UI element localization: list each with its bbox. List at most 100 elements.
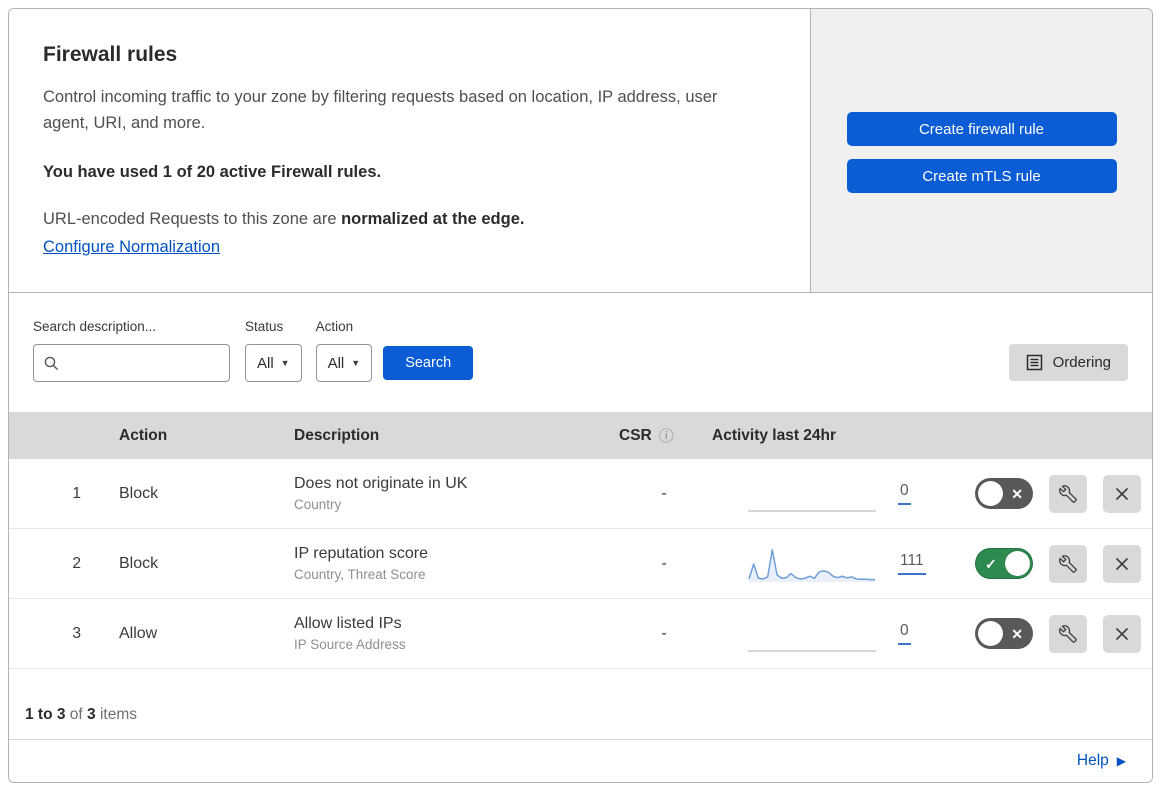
help-link[interactable]: Help ▶ <box>1077 752 1126 770</box>
activity-sparkline <box>748 509 876 512</box>
activity-sparkline <box>748 649 876 652</box>
x-icon: ✕ <box>1011 485 1023 502</box>
search-box <box>33 344 230 382</box>
close-icon <box>1115 627 1129 640</box>
status-label: Status <box>245 319 284 334</box>
actions-panel: Create firewall rule Create mTLS rule <box>811 9 1152 292</box>
rule-description-cell: Does not originate in UK Country <box>274 475 599 512</box>
help-row: Help ▶ <box>9 740 1152 782</box>
action-filter-group: Action All ▼ <box>315 319 373 382</box>
search-button-group: Search <box>383 319 474 380</box>
info-icon[interactable]: ⓘ <box>659 428 674 445</box>
chevron-down-icon: ▼ <box>280 358 290 368</box>
search-button[interactable]: Search <box>383 346 474 380</box>
x-icon: ✕ <box>1011 625 1023 642</box>
rule-action: Block <box>119 484 159 502</box>
rule-controls: ✓ ✕ <box>952 614 1152 653</box>
activity-count-link[interactable]: 0 <box>898 622 911 645</box>
rule-activity-cell: 0 <box>709 474 952 514</box>
rule-activity-cell: 111 <box>709 544 952 584</box>
filter-bar: Search description... Status All ▼ Actio… <box>9 293 1152 412</box>
ordering-list-icon <box>1026 354 1042 371</box>
search-icon <box>44 356 59 370</box>
close-icon <box>1115 487 1129 500</box>
configure-normalization-link[interactable]: Configure Normalization <box>43 238 220 256</box>
top-section: Firewall rules Control incoming traffic … <box>9 9 1152 293</box>
page-description: Control incoming traffic to your zone by… <box>43 88 718 132</box>
usage-summary: You have used 1 of 20 active Firewall ru… <box>43 163 382 181</box>
toggle-knob <box>978 481 1003 506</box>
rule-description-cell: Allow listed IPs IP Source Address <box>274 615 599 652</box>
table-row: 3 Allow Allow listed IPs IP Source Addre… <box>9 599 1152 669</box>
chevron-down-icon: ▼ <box>351 358 361 368</box>
edit-rule-button[interactable] <box>1049 474 1087 513</box>
close-icon <box>1115 557 1129 570</box>
activity-count-link[interactable]: 0 <box>898 482 911 505</box>
action-label: Action <box>315 319 354 334</box>
rule-csr-value: - <box>661 484 667 502</box>
create-firewall-rule-button[interactable]: Create firewall rule <box>846 112 1117 146</box>
status-dropdown[interactable]: All ▼ <box>245 344 302 382</box>
rule-description: Allow listed IPs <box>294 615 402 632</box>
create-mtls-rule-button[interactable]: Create mTLS rule <box>846 159 1117 193</box>
items-count: 1 to 3 of 3 items <box>9 669 1152 740</box>
rule-number: 3 <box>72 624 81 642</box>
status-dropdown-value: All <box>257 354 274 372</box>
status-filter-group: Status All ▼ <box>245 319 302 382</box>
activity-count-link[interactable]: 111 <box>898 552 926 575</box>
wrench-icon <box>1059 624 1077 643</box>
ordering-button[interactable]: Ordering <box>1008 344 1128 381</box>
action-dropdown-value: All <box>327 354 345 372</box>
rule-controls: ✓ ✕ <box>952 474 1152 513</box>
rule-number: 1 <box>72 484 81 502</box>
rule-description-cell: IP reputation score Country, Threat Scor… <box>274 545 599 582</box>
help-label: Help <box>1076 752 1109 769</box>
toggle-knob <box>1005 551 1030 576</box>
page-title: Firewall rules <box>43 43 178 66</box>
firewall-rules-page: Firewall rules Control incoming traffic … <box>8 8 1153 783</box>
header-activity: Activity last 24hr <box>712 426 837 444</box>
table-row: 2 Block IP reputation score Country, Thr… <box>9 529 1152 599</box>
header-csr: CSR ⓘ <box>599 425 709 446</box>
table-body: 1 Block Does not originate in UK Country… <box>9 459 1152 669</box>
rule-action: Block <box>119 554 159 572</box>
rule-enable-toggle[interactable]: ✓ ✕ <box>975 618 1033 649</box>
rule-controls: ✓ ✕ <box>952 544 1152 583</box>
rule-fields: Country, Threat Score <box>294 567 426 582</box>
header-csr-label: CSR <box>619 427 652 444</box>
ordering-group: Ordering <box>1008 319 1128 381</box>
rule-action: Allow <box>119 624 158 642</box>
delete-rule-button[interactable] <box>1103 544 1141 583</box>
rule-description: Does not originate in UK <box>294 475 468 492</box>
edit-rule-button[interactable] <box>1049 614 1087 653</box>
toggle-knob <box>978 621 1003 646</box>
delete-rule-button[interactable] <box>1103 474 1141 513</box>
rule-enable-toggle[interactable]: ✓ ✕ <box>975 478 1033 509</box>
rule-activity-cell: 0 <box>709 614 952 654</box>
edit-rule-button[interactable] <box>1049 544 1087 583</box>
normalization-note: URL-encoded Requests to this zone are no… <box>43 210 770 229</box>
header-action: Action <box>119 426 168 444</box>
intro-card: Firewall rules Control incoming traffic … <box>9 9 811 292</box>
rule-csr-value: - <box>661 554 667 572</box>
action-dropdown[interactable]: All ▼ <box>315 344 373 382</box>
wrench-icon <box>1059 554 1077 573</box>
rule-number: 2 <box>72 554 81 572</box>
wrench-icon <box>1059 484 1077 503</box>
ordering-button-label: Ordering <box>1052 354 1111 371</box>
search-input[interactable] <box>60 354 220 372</box>
table-row: 1 Block Does not originate in UK Country… <box>9 459 1152 529</box>
normalization-bold-text: normalized at the edge. <box>341 210 525 228</box>
search-label: Search description... <box>33 319 157 334</box>
normalization-text: URL-encoded Requests to this zone are <box>43 210 342 228</box>
rule-fields: Country <box>294 497 342 512</box>
arrow-right-icon: ▶ <box>1116 754 1126 768</box>
rule-description: IP reputation score <box>294 545 429 562</box>
rule-enable-toggle[interactable]: ✓ ✕ <box>975 548 1033 579</box>
rule-csr-value: - <box>661 624 667 642</box>
delete-rule-button[interactable] <box>1103 614 1141 653</box>
rule-fields: IP Source Address <box>294 637 406 652</box>
table-header: Action Description CSR ⓘ Activity last 24… <box>9 412 1152 459</box>
check-icon: ✓ <box>985 555 997 572</box>
header-description: Description <box>294 426 380 444</box>
